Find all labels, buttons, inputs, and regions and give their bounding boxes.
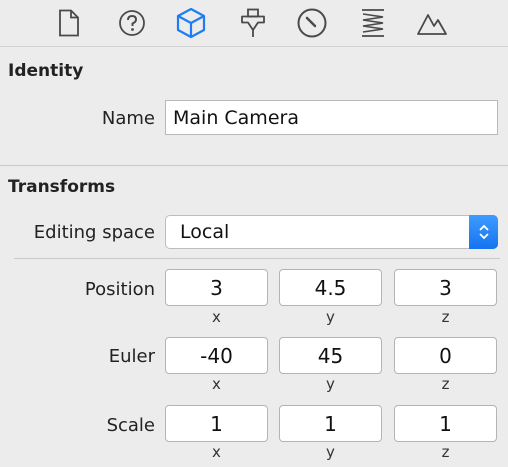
node-inspector-tab[interactable] [174, 6, 208, 40]
axis-label-x: x [212, 443, 221, 461]
scale-z-field[interactable] [394, 405, 497, 442]
attributes-inspector-tab[interactable] [236, 6, 270, 40]
editing-space-label: Editing space [33, 222, 155, 243]
euler-z-field[interactable] [394, 337, 497, 374]
euler-x-field[interactable] [165, 337, 268, 374]
scale-y-field[interactable] [279, 405, 382, 442]
axis-label-y: y [326, 375, 335, 393]
identity-section-title: Identity [8, 61, 84, 81]
spring-icon [362, 9, 384, 37]
scale-label: Scale [106, 415, 155, 436]
section-divider [0, 165, 508, 166]
name-field[interactable] [165, 100, 498, 135]
editing-space-value: Local [180, 221, 230, 243]
axis-label-z: z [441, 308, 450, 326]
transforms-section-title: Transforms [8, 177, 116, 197]
axis-label-x: x [212, 308, 221, 326]
help-icon [119, 10, 145, 36]
euler-y-field[interactable] [279, 337, 382, 374]
inspector-toolbar [0, 0, 508, 47]
cube-icon [176, 7, 206, 39]
position-z-field[interactable] [394, 269, 497, 306]
transforms-subdivider [14, 258, 500, 259]
editing-space-popup[interactable]: Local [165, 215, 498, 249]
scene-inspector-tab[interactable] [415, 6, 449, 40]
editing-space-stepper[interactable] [469, 215, 498, 249]
mountain-icon [417, 14, 447, 35]
axis-label-z: z [441, 375, 450, 393]
pin-icon [241, 8, 265, 37]
name-label: Name [101, 108, 155, 129]
file-inspector-tab[interactable] [52, 6, 86, 40]
help-inspector-tab[interactable] [115, 6, 149, 40]
axis-label-x: x [212, 375, 221, 393]
file-icon [59, 9, 79, 37]
physics-fields-inspector-tab[interactable] [356, 6, 390, 40]
position-label: Position [84, 279, 155, 300]
gauge-icon [297, 8, 327, 38]
axis-label-y: y [326, 443, 335, 461]
physics-inspector-tab[interactable] [295, 6, 329, 40]
axis-label-y: y [326, 308, 335, 326]
euler-label: Euler [108, 346, 155, 367]
position-x-field[interactable] [165, 269, 268, 306]
scale-x-field[interactable] [165, 405, 268, 442]
axis-label-z: z [441, 443, 450, 461]
position-y-field[interactable] [279, 269, 382, 306]
chevron-updown-icon [478, 224, 489, 240]
